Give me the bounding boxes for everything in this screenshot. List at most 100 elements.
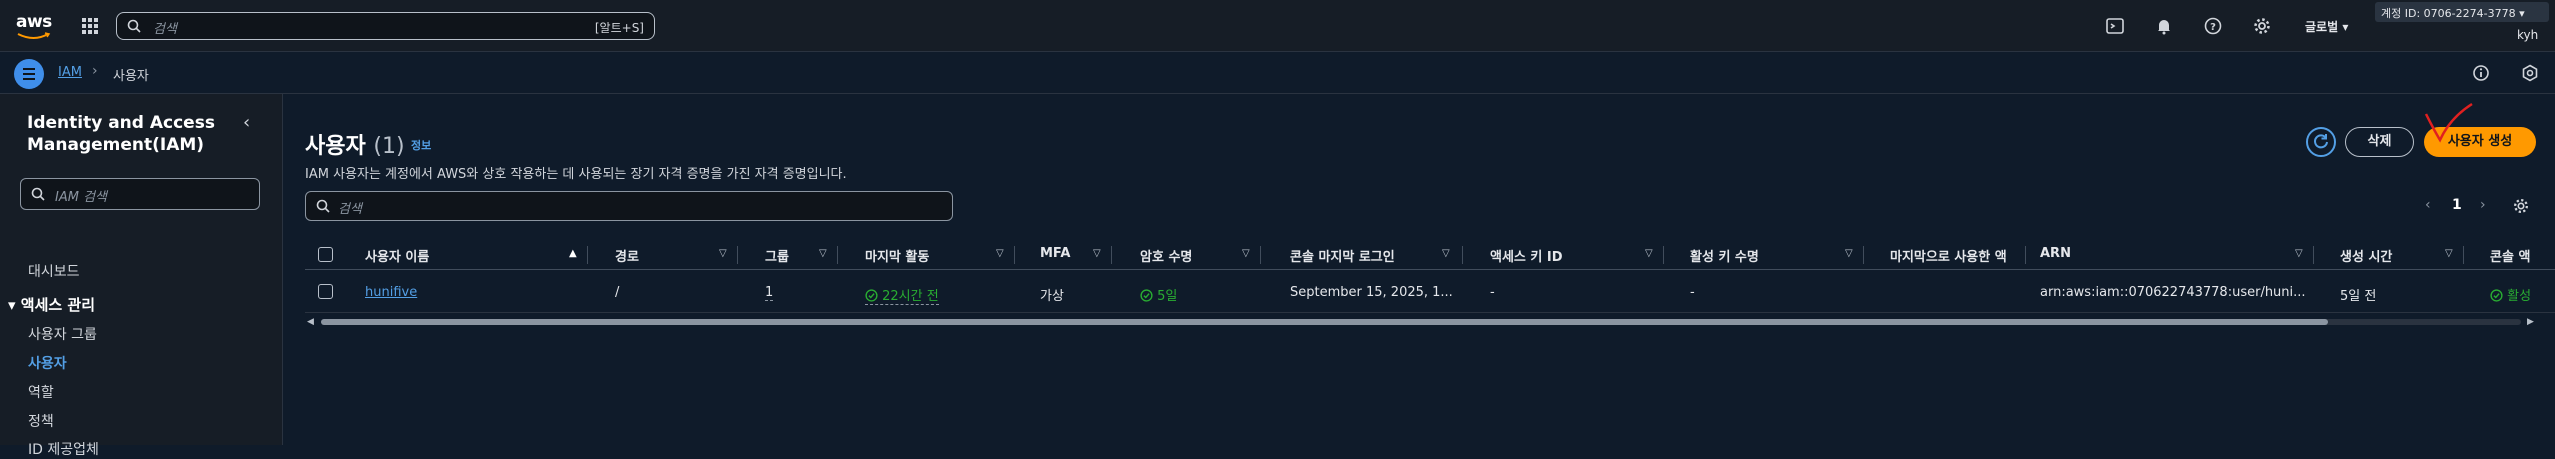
refresh-button[interactable] [2306, 127, 2336, 157]
col-divider [2025, 246, 2026, 264]
cell-groups[interactable]: 1 [765, 285, 774, 301]
cell-created: 5일 전 [2340, 289, 2377, 304]
chevron-down-icon: ▾ [2342, 20, 2349, 34]
col-path[interactable]: 경로 [615, 246, 639, 265]
col-user-name[interactable]: 사용자 이름 [365, 246, 429, 265]
user-menu[interactable]: kyh [2517, 28, 2538, 42]
page-description: IAM 사용자는 계정에서 AWS와 상호 작용하는 데 사용되는 장기 자격 … [305, 167, 847, 182]
sort-icon[interactable]: ▽ [1242, 248, 1250, 259]
sidebar-group-access[interactable]: ▾ 액세스 관리 [8, 294, 95, 315]
cell-last-activity[interactable]: 22시간 전 [865, 285, 939, 305]
sort-icon[interactable]: ▽ [1845, 248, 1853, 259]
breadcrumb-iam[interactable]: IAM [58, 65, 82, 80]
page-number[interactable]: 1 [2452, 197, 2462, 213]
table-header: 사용자 이름 ▲ 경로 ▽ 그룹 ▽ 마지막 활동 ▽ MFA ▽ 암호 수명 … [305, 240, 2555, 270]
bell-icon[interactable] [2154, 16, 2174, 36]
row-checkbox[interactable] [318, 284, 333, 299]
top-navigation-bar: aws 검색 [알트+S] ? 글로벌 ▾ 계정 ID: 0706-2274-3… [0, 0, 2555, 52]
col-divider [1663, 246, 1664, 264]
search-icon [127, 19, 141, 33]
red-checkmark-annotation [2424, 102, 2473, 143]
search-placeholder: 검색 [153, 22, 177, 37]
services-grid-icon[interactable] [82, 18, 98, 34]
sidebar-item-identity-providers[interactable]: ID 제공업체 [28, 439, 99, 459]
cloudshell-icon[interactable] [2105, 16, 2125, 36]
cell-password-age: 5일 [1140, 285, 1177, 304]
cell-path: / [615, 285, 620, 300]
scroll-left-icon[interactable]: ◀ [307, 317, 314, 327]
col-divider [2463, 246, 2464, 264]
sidebar-item-policies[interactable]: 정책 [28, 411, 54, 431]
col-mfa[interactable]: MFA [1040, 246, 1070, 261]
global-search-input[interactable]: 검색 [알트+S] [116, 12, 655, 40]
page-title: 사용자 (1) [305, 134, 405, 159]
col-console-access[interactable]: 콘솔 액 [2490, 246, 2530, 265]
breadcrumb-bar: IAM › 사용자 [0, 52, 2555, 94]
cell-access-key-id: - [1490, 285, 1495, 300]
check-circle-icon [865, 289, 878, 302]
sort-icon[interactable]: ▽ [2445, 248, 2453, 259]
col-last-activity[interactable]: 마지막 활동 [865, 246, 929, 265]
check-circle-icon [2490, 289, 2503, 302]
sidebar-item-users[interactable]: 사용자 [28, 353, 67, 373]
next-page-icon[interactable]: › [2480, 197, 2486, 213]
user-name-link[interactable]: hunifive [365, 285, 417, 300]
user-count: (1) [373, 134, 405, 159]
sort-asc-icon[interactable]: ▲ [569, 248, 577, 259]
gear-icon[interactable] [2252, 16, 2272, 36]
col-password-age[interactable]: 암호 수명 [1140, 246, 1192, 265]
sidebar-search-input[interactable]: IAM 검색 [20, 178, 260, 210]
check-circle-icon [1140, 289, 1153, 302]
col-divider [1111, 246, 1112, 264]
sort-icon[interactable]: ▽ [1442, 248, 1450, 259]
sort-icon[interactable]: ▽ [996, 248, 1004, 259]
caret-down-icon: ▾ [8, 296, 21, 314]
sidebar: Identity and Access Management(IAM) ‹ IA… [0, 94, 283, 458]
breadcrumb-current: 사용자 [113, 69, 149, 84]
info-link[interactable]: 정보 [411, 137, 431, 153]
sidebar-item-roles[interactable]: 역할 [28, 382, 54, 402]
delete-button[interactable]: 삭제 [2345, 127, 2414, 157]
col-created[interactable]: 생성 시간 [2340, 246, 2392, 265]
account-badge[interactable]: 계정 ID: 0706-2274-3778 ▾ [2375, 2, 2549, 22]
cell-arn: arn:aws:iam::070622743778:user/huni... [2040, 285, 2306, 300]
collapse-chevron-icon[interactable]: ‹ [243, 112, 250, 133]
hamburger-icon [23, 68, 35, 80]
select-all-checkbox[interactable] [318, 247, 333, 262]
refresh-icon [2314, 134, 2328, 149]
cell-console-access: 활성 [2490, 285, 2531, 304]
sidebar-item-dashboard[interactable]: 대시보드 [28, 261, 80, 281]
search-icon [31, 187, 45, 201]
col-divider [1863, 246, 1864, 264]
settings-hex-icon[interactable] [2521, 64, 2539, 82]
col-groups[interactable]: 그룹 [765, 246, 789, 265]
col-last-used[interactable]: 마지막으로 사용한 액 [1890, 246, 2007, 265]
horizontal-scrollbar[interactable]: ◀ ▶ [305, 317, 2535, 327]
scroll-thumb[interactable] [321, 319, 2328, 325]
sort-icon[interactable]: ▽ [719, 248, 727, 259]
col-active-key-age[interactable]: 활성 키 수명 [1690, 246, 1759, 265]
region-selector[interactable]: 글로벌 ▾ [2305, 18, 2348, 35]
sort-icon[interactable]: ▽ [1645, 248, 1653, 259]
help-icon[interactable]: ? [2203, 16, 2223, 36]
col-arn[interactable]: ARN [2040, 246, 2071, 261]
col-divider [1014, 246, 1015, 264]
col-access-key-id[interactable]: 액세스 키 ID [1490, 246, 1563, 265]
sidebar-item-user-groups[interactable]: 사용자 그룹 [28, 324, 97, 344]
scroll-right-icon[interactable]: ▶ [2527, 317, 2534, 327]
sort-icon[interactable]: ▽ [819, 248, 827, 259]
sort-icon[interactable]: ▽ [2295, 248, 2303, 259]
col-divider [587, 246, 588, 264]
col-divider [737, 246, 738, 264]
sort-icon[interactable]: ▽ [1093, 248, 1101, 259]
table-search-input[interactable]: 검색 [305, 191, 953, 221]
col-divider [1260, 246, 1261, 264]
info-icon[interactable] [2472, 64, 2490, 82]
col-console-last-login[interactable]: 콘솔 마지막 로그인 [1290, 246, 1395, 265]
cell-console-last-login: September 15, 2025, 1... [1290, 285, 1453, 300]
aws-logo[interactable]: aws [16, 12, 56, 40]
prev-page-icon[interactable]: ‹ [2425, 197, 2431, 213]
cell-mfa: 가상 [1040, 289, 1064, 304]
menu-button[interactable] [14, 59, 44, 89]
table-settings-icon[interactable] [2512, 197, 2530, 215]
